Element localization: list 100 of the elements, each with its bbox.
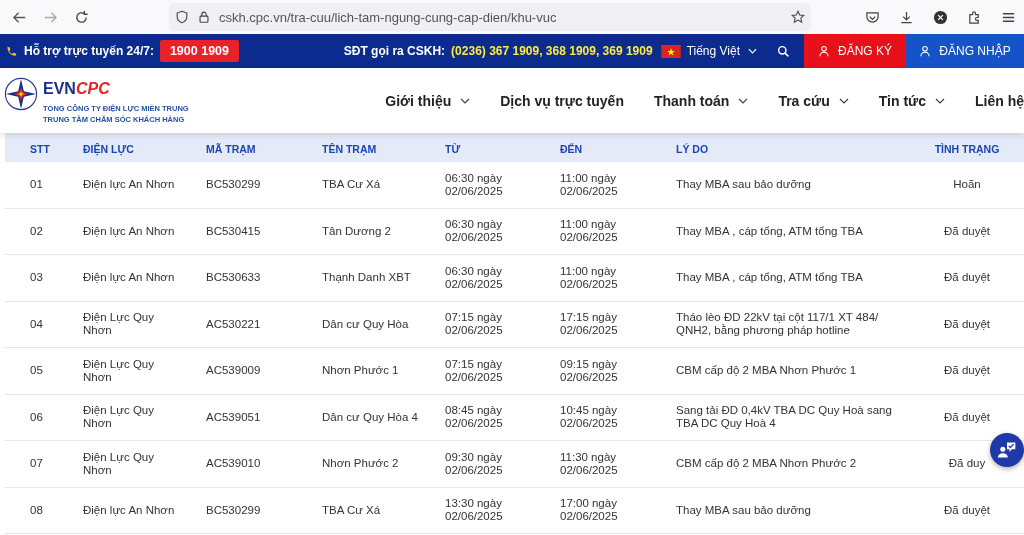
cskh-numbers: (0236) 367 1909, 368 1909, 369 1909: [451, 44, 653, 58]
table-cell: Dân cư Quy Hòa: [322, 317, 409, 330]
chat-button[interactable]: [990, 433, 1024, 467]
table-cell: AC539009: [206, 364, 261, 377]
nav-item[interactable]: Tra cứu: [778, 92, 849, 109]
lock-icon[interactable]: [197, 10, 211, 24]
table-cell: 05: [30, 364, 43, 377]
table-cell: Đã duyệt: [944, 271, 990, 284]
table-cell: BC530633: [206, 271, 261, 284]
column-header: ĐẾN: [560, 142, 583, 155]
nav-item[interactable]: Liên hệ: [975, 92, 1024, 109]
table-cell: Đã duyệt: [944, 224, 990, 237]
nav-item[interactable]: Dịch vụ trực tuyến: [500, 92, 624, 109]
table-cell: 04: [30, 317, 43, 330]
table-cell-text: Điện Lực Quy Nhơn: [83, 357, 155, 384]
nav-item[interactable]: Tin tức: [878, 92, 945, 109]
login-button[interactable]: ĐĂNG NHẬP: [906, 34, 1024, 68]
column-header: ĐIỆN LỰC: [83, 142, 134, 155]
table-cell-text: 08:45 ngày 02/06/2025: [445, 404, 504, 431]
table-cell: Đã duyệt: [944, 317, 990, 330]
table-cell-text: 11:00 ngày 02/06/2025: [560, 171, 619, 198]
table-cell-text: 06:30 ngày 02/06/2025: [445, 171, 504, 198]
download-icon[interactable]: [899, 9, 914, 25]
table-cell-text: 17:00 ngày 02/06/2025: [560, 497, 619, 524]
table-cell: Tháo lèo ĐD 22kV tại cột 117/1 XT 484/ QNH2, bằng phương pháp hotline: [676, 311, 879, 337]
star-icon[interactable]: [791, 10, 805, 24]
chevron-down-icon: [738, 97, 749, 104]
table-cell: AC539010: [206, 457, 261, 470]
nav-item[interactable]: Giới thiệu: [385, 92, 471, 109]
table-cell: Hoãn: [953, 178, 981, 191]
table-cell-text: 06:30 ngày 02/06/2025: [445, 218, 504, 245]
chevron-down-icon: [460, 97, 471, 104]
table-cell: Dân cư Quy Hòa 4: [322, 410, 418, 423]
column-header: TÌNH TRẠNG: [934, 142, 1000, 155]
support-label: Hỗ trợ trực tuyến 24/7:: [24, 44, 154, 58]
table-cell: 08: [30, 503, 43, 516]
table-cell: Nhơn Phước 2: [322, 457, 399, 470]
close-circle-icon[interactable]: [933, 9, 948, 25]
table-cell-text: 11:00 ngày 02/06/2025: [560, 218, 619, 245]
table-cell-text: 11:30 ngày 02/06/2025: [560, 450, 619, 477]
table-cell: 07: [30, 457, 43, 470]
table-cell: BC530415: [206, 224, 261, 237]
table-cell: Điện lực An Nhơn: [83, 271, 175, 285]
table-cell: TBA Cư Xá: [322, 503, 381, 516]
table-cell: Nhơn Phước 1: [322, 364, 399, 377]
table-cell-text: 07:15 ngày 02/06/2025: [445, 357, 504, 384]
table-cell: TBA Cư Xá: [322, 178, 381, 191]
puzzle-icon[interactable]: [967, 9, 982, 25]
table-cell: Tân Dương 2: [322, 224, 391, 237]
hotline-badge[interactable]: 1900 1909: [159, 40, 239, 62]
table-cell: CBM cấp độ 2 MBA Nhơn Phước 1: [676, 364, 857, 377]
table-cell: BC530299: [206, 178, 261, 191]
table-cell: Điện lực An Nhơn: [83, 178, 175, 192]
table-cell: Đã duyệt: [944, 410, 990, 423]
table-cell: Đã duy: [948, 457, 986, 470]
pocket-icon[interactable]: [865, 9, 880, 25]
table-cell-text: Điện Lực Quy Nhơn: [83, 450, 155, 477]
phone-icon: [5, 44, 18, 58]
table-cell: 01: [30, 178, 43, 191]
table-cell-text: 07:15 ngày 02/06/2025: [445, 311, 504, 338]
chevron-down-icon: [838, 97, 849, 104]
table-cell: CBM cấp độ 2 MBA Nhơn Phước 2: [676, 457, 857, 470]
table-cell: Điện lực An Nhơn: [83, 503, 175, 517]
table-cell: Sang tải ĐD 0,4kV TBA DC Quy Hoà sang TBA DC Quy Hoà 4: [676, 404, 892, 430]
table-cell: 06: [30, 410, 43, 423]
language-selector[interactable]: Tiếng Việt: [686, 44, 740, 58]
register-button[interactable]: ĐĂNG KÝ: [804, 34, 906, 68]
cskh-label: SĐT gọi ra CSKH:: [343, 44, 446, 58]
table-cell-text: 09:15 ngày 02/06/2025: [560, 357, 619, 384]
table-cell-text: 17:15 ngày 02/06/2025: [560, 311, 619, 338]
url-text: cskh.cpc.vn/tra-cuu/lich-tam-ngung-cung-cap-dien/khu-vuc: [219, 9, 557, 25]
table-cell: AC530221: [206, 317, 261, 330]
table-cell-text: 09:30 ngày 02/06/2025: [445, 450, 504, 477]
address-bar[interactable]: cskh.cpc.vn/tra-cuu/lich-tam-ngung-cung-cap-dien/khu-vuc: [169, 3, 811, 31]
chevron-down-icon: [935, 97, 945, 104]
table-cell: Thay MBA sau bảo dưỡng: [676, 178, 811, 191]
table-cell: Thạnh Danh XBT: [322, 271, 411, 284]
table-cell: AC539051: [206, 410, 261, 423]
logo-wordmark: EVNCPC: [43, 78, 111, 99]
reload-icon[interactable]: [74, 9, 89, 25]
column-header: LÝ DO: [676, 142, 709, 155]
shield-icon[interactable]: [175, 10, 189, 24]
table-cell: 02: [30, 224, 43, 237]
nav-item[interactable]: Thanh toán: [653, 92, 749, 109]
flag-icon: [660, 44, 681, 58]
person-icon: [818, 45, 830, 57]
column-header: TÊN TRẠM: [322, 142, 377, 155]
table-cell-text: 10:45 ngày 02/06/2025: [560, 404, 619, 431]
table-cell-text: 06:30 ngày 02/06/2025: [445, 264, 504, 291]
table-cell: Thay MBA , cáp tổng, ATM tổng TBA: [676, 271, 863, 284]
table-cell: Thay MBA sau bảo dưỡng: [676, 503, 811, 516]
table-cell: Đã duyệt: [944, 503, 990, 516]
table-cell-text: 11:00 ngày 02/06/2025: [560, 264, 619, 291]
table-cell: Điện lực An Nhơn: [83, 224, 175, 238]
person-icon: [919, 45, 932, 57]
table-cell: BC530299: [206, 503, 261, 516]
search-icon[interactable]: [777, 44, 790, 58]
table-cell-text: 13:30 ngày 02/06/2025: [445, 497, 504, 524]
table-cell: Thay MBA , cáp tổng, ATM tổng TBA: [676, 224, 863, 237]
logo-star-icon: [4, 76, 38, 111]
